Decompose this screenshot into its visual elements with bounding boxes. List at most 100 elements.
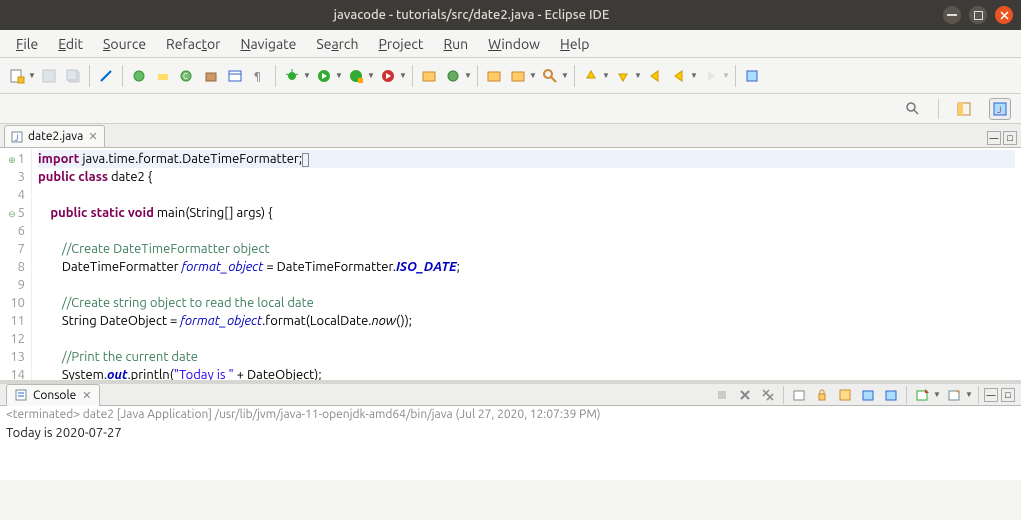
pin-editor-button[interactable] (741, 65, 763, 87)
quick-access-search-icon[interactable] (902, 98, 924, 120)
word-wrap-button[interactable] (835, 385, 855, 405)
menu-source[interactable]: Source (93, 33, 156, 55)
menu-help[interactable]: Help (550, 33, 599, 55)
show-console-button[interactable] (881, 385, 901, 405)
pin-console-button[interactable] (858, 385, 878, 405)
dropdown-icon[interactable]: ▼ (28, 71, 36, 80)
next-annotation-button[interactable] (580, 65, 602, 87)
console-toolbar: ▼ + ▼ — □ (712, 385, 1015, 405)
console-output-line: Today is 2020-07-27 (6, 426, 1015, 440)
separator (122, 65, 123, 87)
run-last-button[interactable] (377, 65, 399, 87)
svg-text:J: J (997, 105, 1001, 115)
svg-text:+: + (956, 388, 961, 396)
dropdown-icon[interactable]: ▼ (561, 71, 569, 80)
new-java-project-button[interactable] (418, 65, 440, 87)
svg-text:C: C (183, 72, 188, 81)
open-console-button[interactable]: + (944, 385, 964, 405)
dropdown-icon[interactable]: ▼ (965, 390, 973, 399)
minimize-view-icon[interactable]: — (984, 388, 998, 402)
menu-project[interactable]: Project (368, 33, 433, 55)
window-maximize-button[interactable] (969, 6, 987, 24)
code-editor[interactable]: ⊕1 3 4 ⊖5 6 7 8 9 10 11 12 13 14 15 impo… (0, 148, 1021, 380)
dropdown-icon[interactable]: ▼ (722, 71, 730, 80)
window-minimize-button[interactable] (943, 6, 961, 24)
menu-edit[interactable]: Edit (48, 33, 93, 55)
window-close-button[interactable] (995, 6, 1013, 24)
show-whitespace-button[interactable]: ¶ (248, 65, 270, 87)
code-area[interactable]: import java.time.format.DateTimeFormatte… (32, 148, 1021, 380)
open-type-button[interactable] (483, 65, 505, 87)
editor-tab-date2[interactable]: J date2.java ✕ (4, 125, 105, 147)
link-editor-button[interactable] (95, 65, 117, 87)
separator (574, 65, 575, 87)
new-project-button[interactable] (442, 65, 464, 87)
dropdown-icon[interactable]: ▼ (602, 71, 610, 80)
new-class-button[interactable]: C (176, 65, 198, 87)
console-icon (15, 389, 27, 401)
remove-all-button[interactable] (758, 385, 778, 405)
dropdown-icon[interactable]: ▼ (933, 390, 941, 399)
console-tab-bar: Console ✕ ▼ + ▼ — □ (0, 380, 1021, 406)
coverage-button[interactable] (345, 65, 367, 87)
close-tab-icon[interactable]: ✕ (88, 130, 97, 143)
separator (978, 386, 979, 404)
java-perspective-button[interactable]: J (989, 98, 1011, 120)
prev-annotation-button[interactable] (612, 65, 634, 87)
separator (477, 65, 478, 87)
open-task-button[interactable] (507, 65, 529, 87)
forward-button[interactable] (700, 65, 722, 87)
close-tab-icon[interactable]: ✕ (82, 389, 91, 402)
dropdown-icon[interactable]: ▼ (634, 71, 642, 80)
search-button[interactable] (539, 65, 561, 87)
svg-text:J: J (14, 133, 18, 143)
editor-view-controls: — □ (987, 131, 1017, 147)
menu-navigate[interactable]: Navigate (230, 33, 306, 55)
clear-console-button[interactable] (789, 385, 809, 405)
display-selected-button[interactable] (912, 385, 932, 405)
menu-refactor[interactable]: Refactor (156, 33, 230, 55)
back-button[interactable] (644, 65, 666, 87)
skip-breakpoints-button[interactable] (128, 65, 150, 87)
console-output[interactable]: Today is 2020-07-27 (0, 426, 1021, 480)
menu-window[interactable]: Window (478, 33, 550, 55)
menu-file[interactable]: File (6, 33, 48, 55)
scroll-lock-button[interactable] (812, 385, 832, 405)
run-button[interactable] (313, 65, 335, 87)
separator (783, 386, 784, 404)
dropdown-icon[interactable]: ▼ (303, 71, 311, 80)
separator (938, 99, 939, 119)
separator (735, 65, 736, 87)
menu-search[interactable]: Search (306, 33, 368, 55)
separator (89, 65, 90, 87)
save-button[interactable] (38, 65, 60, 87)
dropdown-icon[interactable]: ▼ (529, 71, 537, 80)
open-perspective-button[interactable] (953, 98, 975, 120)
svg-text:¶: ¶ (254, 71, 261, 83)
save-all-button[interactable] (62, 65, 84, 87)
console-tab-label: Console (33, 389, 76, 402)
java-file-icon: J (11, 131, 23, 143)
minimize-view-icon[interactable]: — (987, 131, 1001, 145)
editor-tab-bar: J date2.java ✕ — □ (0, 124, 1021, 148)
highlight-button[interactable] (152, 65, 174, 87)
dropdown-icon[interactable]: ▼ (399, 71, 407, 80)
maximize-view-icon[interactable]: □ (1003, 131, 1017, 145)
remove-launch-button[interactable] (735, 385, 755, 405)
debug-button[interactable] (281, 65, 303, 87)
terminate-button[interactable] (712, 385, 732, 405)
dropdown-icon[interactable]: ▼ (367, 71, 375, 80)
last-edit-button[interactable] (668, 65, 690, 87)
new-package-button[interactable] (200, 65, 222, 87)
dropdown-icon[interactable]: ▼ (690, 71, 698, 80)
main-toolbar: ▼ C ¶ ▼ ▼ ▼ ▼ ▼ ▼ ▼ ▼ ▼ ▼ ▼ (0, 58, 1021, 94)
menu-run[interactable]: Run (433, 33, 478, 55)
dropdown-icon[interactable]: ▼ (464, 71, 472, 80)
editor-presentation-button[interactable] (224, 65, 246, 87)
perspective-toolbar: J (0, 94, 1021, 124)
console-tab[interactable]: Console ✕ (6, 384, 100, 406)
separator (275, 65, 276, 87)
new-button[interactable] (6, 65, 28, 87)
maximize-view-icon[interactable]: □ (1001, 388, 1015, 402)
dropdown-icon[interactable]: ▼ (335, 71, 343, 80)
